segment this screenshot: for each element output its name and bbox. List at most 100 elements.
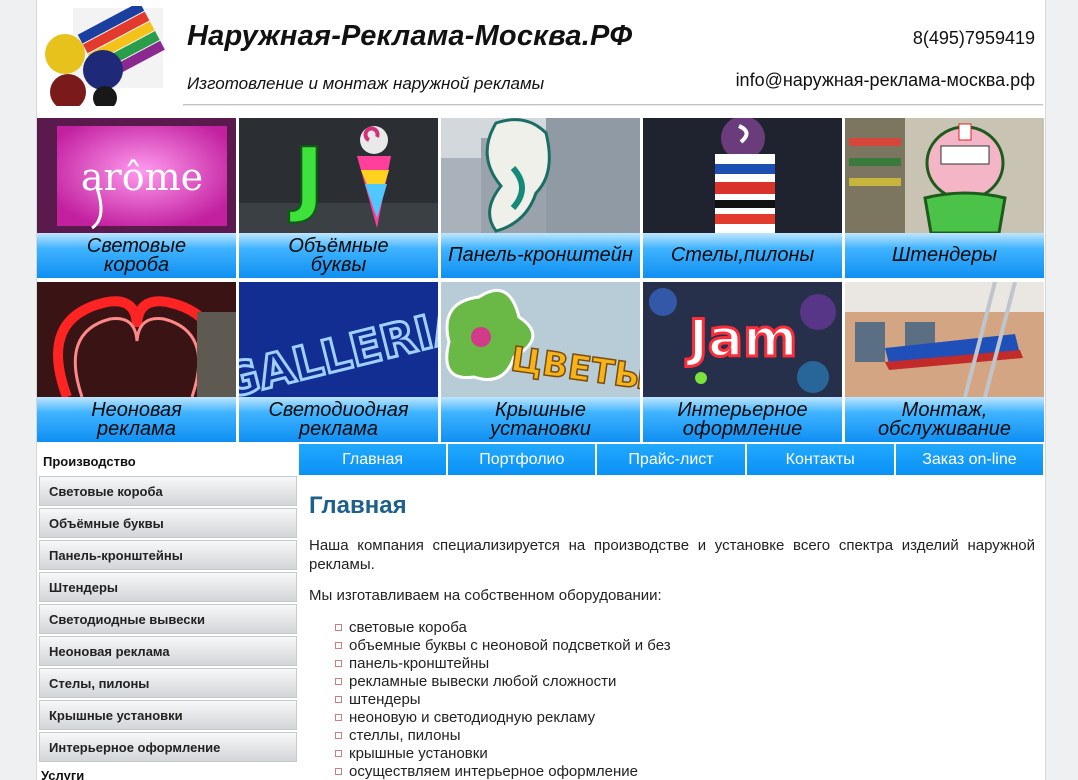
sidebar-item-bracket-panels[interactable]: Панель-кронштейны — [39, 540, 297, 570]
tile-label: Интерьерное оформление — [677, 398, 808, 440]
list-item: крышные установки — [335, 745, 1035, 763]
tile-label: Световые короба — [86, 234, 187, 276]
list-item-text: крышные установки — [349, 745, 488, 762]
bracket-panel-photo-icon — [441, 118, 640, 233]
list-item-text: световые короба — [349, 619, 467, 636]
tile-roof-installations[interactable]: ЦВЕТЫ Крышные установки — [441, 282, 640, 442]
tile-3d-letters[interactable]: J Объёмные буквы — [239, 118, 438, 278]
nav-home[interactable]: Главная — [299, 444, 447, 475]
tile-sign-text: Jam — [686, 309, 798, 369]
tile-label-band: Объёмные буквы — [239, 233, 438, 278]
list-item: стеллы, пилоны — [335, 727, 1035, 745]
sidebar-heading-production: Производство — [43, 454, 136, 469]
lightbox-photo-icon: arôme — [37, 118, 236, 233]
tile-label-band: Панель-кронштейн — [441, 233, 640, 278]
tile-label: Панель-кронштейн — [448, 244, 633, 266]
pylon-photo-icon — [643, 118, 842, 233]
sidebar-item-roof-installations[interactable]: Крышные установки — [39, 700, 297, 730]
tile-neon-ads[interactable]: Неоновая реклама — [37, 282, 236, 442]
list-item-text: неоновую и светодиодную рекламу — [349, 709, 596, 726]
list-item: неоновую и светодиодную рекламу — [335, 709, 1035, 727]
bullet-square-icon — [335, 642, 342, 649]
bullet-square-icon — [335, 660, 342, 667]
sandwich-board-photo-icon — [845, 118, 1044, 233]
tile-bracket-panels[interactable]: Панель-кронштейн — [441, 118, 640, 278]
tile-label-band: Штендеры — [845, 233, 1044, 278]
tile-installation-service[interactable]: Монтаж, обслуживание — [845, 282, 1044, 442]
tile-label: Крышные установки — [490, 398, 591, 440]
tile-label-band: Светодиодная реклама — [239, 397, 438, 442]
sidebar-item-interior-design[interactable]: Интерьерное оформление — [39, 732, 297, 762]
list-item-text: осуществляем интерьерное оформление — [349, 763, 639, 780]
nav-order-online[interactable]: Заказ on-line — [895, 444, 1044, 475]
phone-number: 8(495)7959419 — [912, 28, 1035, 48]
sidebar-item-light-boxes[interactable]: Световые короба — [39, 476, 297, 506]
bullet-square-icon — [335, 750, 342, 757]
tile-label: Светодиодная реклама — [268, 398, 409, 440]
list-item-text: штендеры — [349, 691, 421, 708]
sidebar-item-neon-ads[interactable]: Неоновая реклама — [39, 636, 297, 666]
tile-label-band: Крышные установки — [441, 397, 640, 442]
page: Наружная-Реклама-Москва.РФ Изготовление … — [36, 0, 1046, 780]
list-item-text: панель-кронштейны — [349, 655, 490, 672]
category-tiles: arôme Световые короба J Объёмные буквы П… — [37, 118, 1045, 442]
interior-sign-photo-icon: Jam — [643, 282, 842, 397]
bullet-square-icon — [335, 768, 342, 775]
led-sign-photo-icon: GALLERIA — [239, 282, 438, 397]
nav-contacts[interactable]: Контакты — [746, 444, 894, 475]
installation-photo-icon — [845, 282, 1044, 397]
tile-light-boxes[interactable]: arôme Световые короба — [37, 118, 236, 278]
tile-label-band: Монтаж, обслуживание — [845, 397, 1044, 442]
list-item: штендеры — [335, 691, 1035, 709]
page-title: Главная — [309, 492, 407, 519]
list-item-text: стеллы, пилоны — [349, 727, 461, 744]
list-item: панель-кронштейны — [335, 655, 1035, 673]
tile-label-band: Неоновая реклама — [37, 397, 236, 442]
tile-label-band: Интерьерное оформление — [643, 397, 842, 442]
tile-label-band: Световые короба — [37, 233, 236, 278]
left-sidebar: Производство Световые короба Объёмные бу… — [37, 446, 299, 780]
sidebar-item-led-signs[interactable]: Светодиодные вывески — [39, 604, 297, 634]
lead-paragraph: Мы изготавливаем на собственном оборудов… — [309, 587, 662, 604]
products-list: световые короба объемные буквы с неоново… — [335, 619, 1035, 780]
tile-label: Монтаж, обслуживание — [878, 398, 1011, 440]
tile-led-ads[interactable]: GALLERIA Светодиодная реклама — [239, 282, 438, 442]
sidebar-item-sandwich-boards[interactable]: Штендеры — [39, 572, 297, 602]
intro-paragraph: Наша компания специализируется на произв… — [309, 537, 1035, 573]
list-item-text: рекламные вывески любой сложности — [349, 673, 617, 690]
tile-label: Штендеры — [891, 244, 998, 266]
bullet-square-icon — [335, 714, 342, 721]
tile-interior-design[interactable]: Jam Интерьерное оформление — [643, 282, 842, 442]
tile-sandwich-boards[interactable]: Штендеры — [845, 118, 1044, 278]
list-item: объемные буквы с неоновой подсветкой и б… — [335, 637, 1035, 655]
tile-label: Объёмные буквы — [288, 234, 389, 276]
bullet-square-icon — [335, 678, 342, 685]
sidebar-item-pylons[interactable]: Стелы, пилоны — [39, 668, 297, 698]
tile-sign-text: arôme — [81, 155, 203, 199]
tile-label-band: Стелы,пилоны — [643, 233, 842, 278]
list-item: световые короба — [335, 619, 1035, 637]
site-title[interactable]: Наружная-Реклама-Москва.РФ — [187, 20, 632, 53]
site-header: Наружная-Реклама-Москва.РФ Изготовление … — [37, 0, 1045, 116]
3d-letters-photo-icon: J — [239, 118, 438, 233]
tile-pylons[interactable]: Стелы,пилоны — [643, 118, 842, 278]
tile-label: Неоновая реклама — [91, 398, 182, 440]
nav-price-list[interactable]: Прайс-лист — [597, 444, 745, 475]
color-palette-logo-icon[interactable] — [43, 6, 167, 106]
tile-label: Стелы,пилоны — [670, 244, 815, 266]
bullet-square-icon — [335, 696, 342, 703]
sidebar-item-3d-letters[interactable]: Объёмные буквы — [39, 508, 297, 538]
email-address[interactable]: info@наружная-реклама-москва.рф — [736, 70, 1035, 91]
bullet-square-icon — [335, 624, 342, 631]
neon-heart-photo-icon — [37, 282, 236, 397]
bullet-square-icon — [335, 732, 342, 739]
list-item: рекламные вывески любой сложности — [335, 673, 1035, 691]
sidebar-heading-services: Услуги — [41, 768, 85, 780]
roof-sign-photo-icon: ЦВЕТЫ — [441, 282, 640, 397]
site-subtitle: Изготовление и монтаж наружной рекламы — [187, 74, 545, 93]
list-item: осуществляем интерьерное оформление — [335, 763, 1035, 780]
main-content: Главная Наша компания специализируется н… — [309, 478, 1035, 780]
nav-portfolio[interactable]: Портфолио — [448, 444, 596, 475]
tile-sign-text: J — [289, 131, 325, 226]
top-nav: Главная Портфолио Прайс-лист Контакты За… — [299, 444, 1044, 475]
